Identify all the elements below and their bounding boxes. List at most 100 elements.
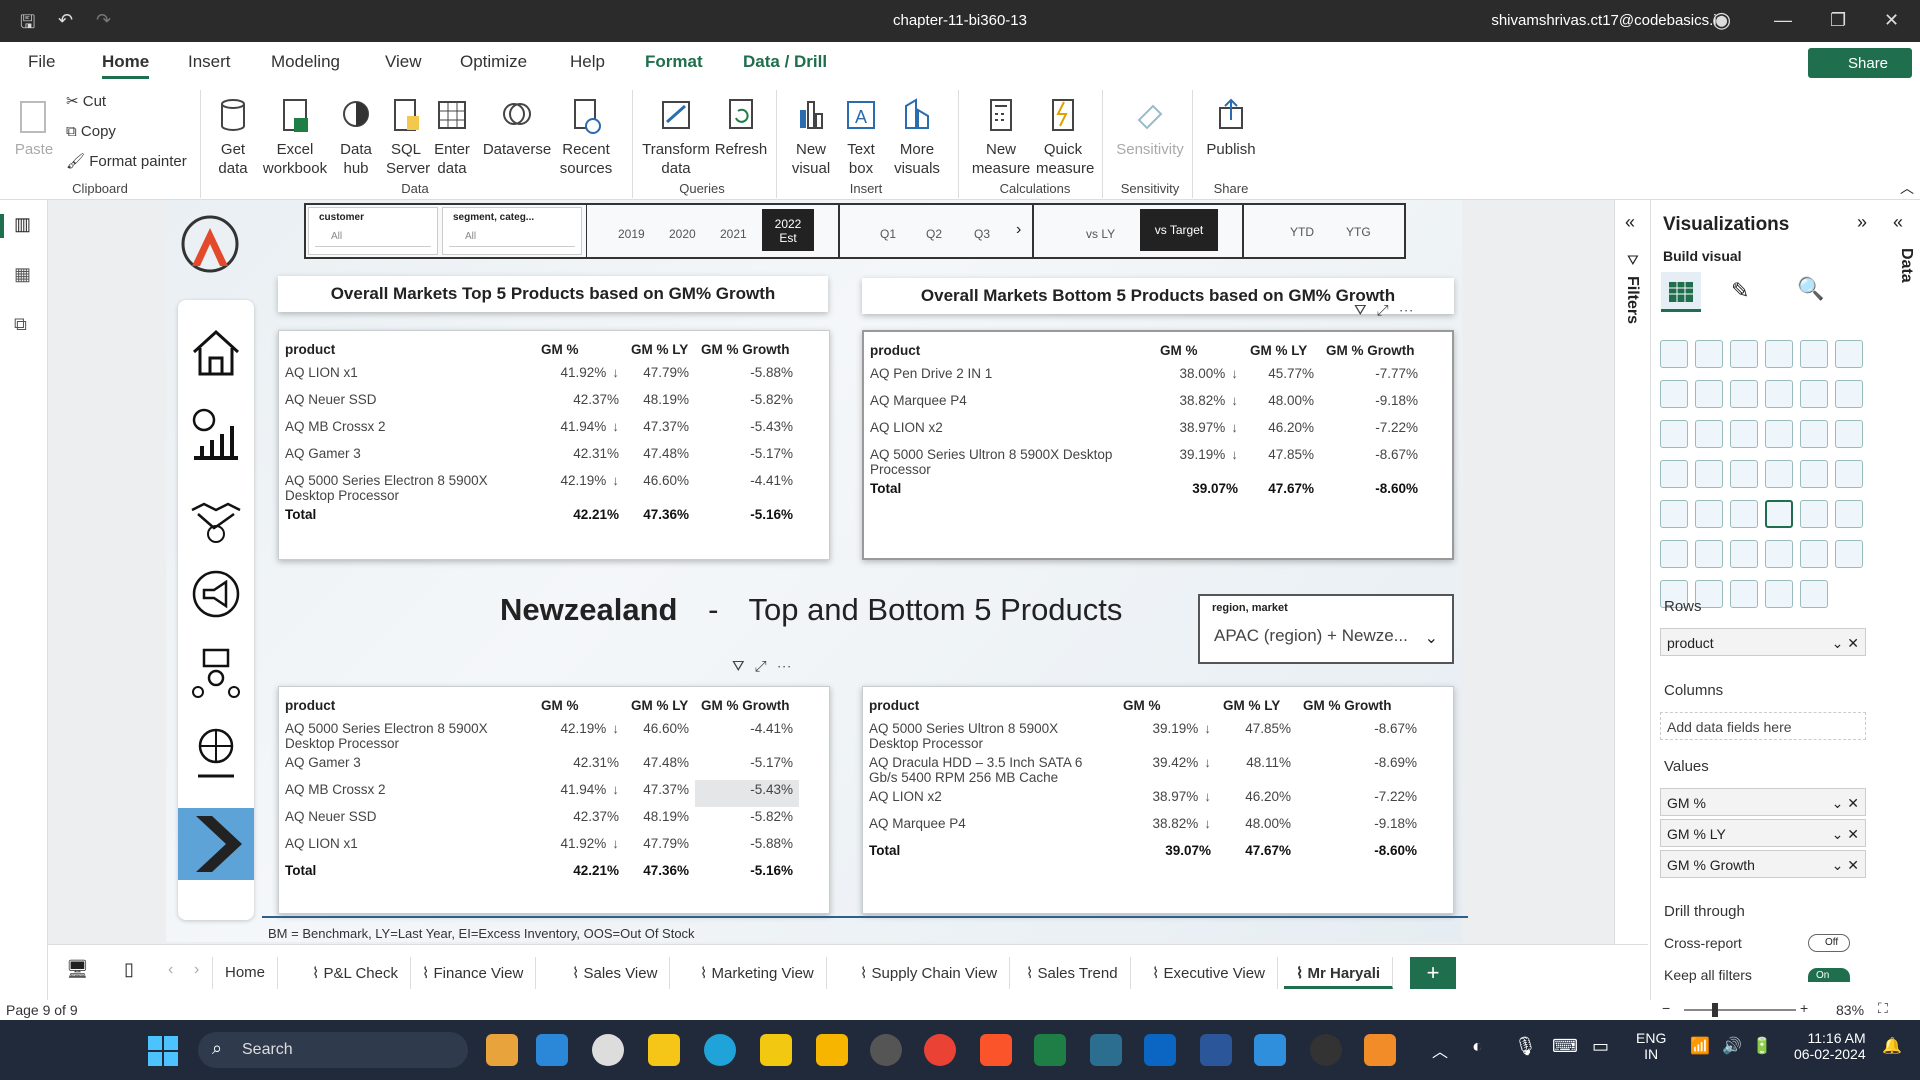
values-field-well[interactable]: GM % ⌄ ✕ (1660, 788, 1866, 816)
cross-report-toggle[interactable]: Off (1808, 934, 1850, 952)
table-row[interactable]: AQ 5000 Series Ultron 8 5900X Desktop Pr… (863, 719, 1423, 753)
column-header[interactable]: GM % LY (1244, 336, 1320, 364)
cut-button[interactable]: ✂ Cut (66, 92, 106, 111)
scroll-right-icon[interactable]: › (194, 961, 199, 979)
page-tab-home[interactable]: Home (212, 957, 279, 989)
account-icon[interactable]: ◉ (1712, 7, 1731, 33)
page-tab-marketing-view[interactable]: ⌇ Marketing View (688, 957, 827, 989)
more-options-icon[interactable]: ⋯ (1399, 302, 1424, 319)
vlc-app-icon[interactable] (1364, 1034, 1396, 1066)
handshake-icon[interactable] (188, 488, 244, 544)
page-tab-sales-trend[interactable]: ⌇ Sales Trend (1014, 957, 1131, 989)
custom-visual-icon[interactable] (1765, 580, 1793, 608)
analytics-icon[interactable]: 🔍 (1797, 276, 1824, 302)
volume-icon[interactable]: 🔊 (1722, 1036, 1742, 1056)
menu-data-drill[interactable]: Data / Drill (743, 52, 827, 72)
column-header[interactable]: GM % Growth (1320, 336, 1424, 364)
collapse-pane-icon[interactable]: » (1857, 212, 1867, 233)
remove-field-icon[interactable]: ⌄ ✕ (1832, 857, 1859, 874)
page-tab-executive-view[interactable]: ⌇ Executive View (1140, 957, 1278, 989)
publish-button[interactable]: Publish (1202, 96, 1260, 159)
waterfall-icon[interactable] (1660, 420, 1688, 448)
clock[interactable]: 11:16 AM 06-02-2024 (1794, 1030, 1866, 1062)
filter-icon[interactable]: ⛛ (732, 658, 755, 675)
more-options-icon[interactable]: ⋯ (777, 658, 802, 675)
home-icon[interactable] (188, 324, 244, 380)
file-explorer-icon[interactable] (648, 1034, 680, 1066)
finance-growth-icon[interactable] (188, 406, 244, 462)
language-indicator[interactable]: ENG IN (1636, 1030, 1666, 1062)
stacked-area-icon[interactable] (1730, 380, 1758, 408)
page-tab-pl-check[interactable]: ⌇ P&L Check (300, 957, 411, 989)
column-header[interactable]: GM % LY (1217, 691, 1297, 719)
matrix-icon[interactable] (1765, 500, 1793, 528)
zoom-out-icon[interactable]: − (1662, 1000, 1670, 1016)
values-field-well[interactable]: GM % LY ⌄ ✕ (1660, 819, 1866, 847)
scatter-icon[interactable] (1730, 420, 1758, 448)
settings-app-icon[interactable] (1310, 1034, 1342, 1066)
model-view-icon[interactable]: ⧉ (14, 314, 27, 335)
global-executive-icon[interactable] (188, 724, 244, 780)
ribbon-chart-icon[interactable] (1835, 380, 1863, 408)
display-icon[interactable]: ▭ (1592, 1036, 1609, 1057)
columns-field-well[interactable]: Add data fields here (1660, 712, 1866, 740)
menu-format[interactable]: Format (645, 52, 703, 72)
obs-app-icon[interactable] (870, 1034, 902, 1066)
qa-icon[interactable] (1730, 540, 1758, 568)
notification-bell-icon[interactable]: 🔔 (1882, 1036, 1902, 1056)
100-bar-icon[interactable] (1800, 340, 1828, 368)
paginated-report-icon[interactable] (1835, 540, 1863, 568)
menu-insert[interactable]: Insert (188, 52, 231, 72)
focus-mode-icon[interactable]: ⤢ (755, 658, 777, 675)
text-box-button[interactable]: A Text box (838, 96, 884, 178)
refresh-button[interactable]: Refresh (714, 96, 768, 159)
card-icon[interactable] (1800, 460, 1828, 488)
values-field-well[interactable]: GM % Growth ⌄ ✕ (1660, 850, 1866, 878)
donut-icon[interactable] (1800, 420, 1828, 448)
table-row[interactable]: AQ Gamer 3 42.31% 47.48% -5.17% (279, 753, 799, 780)
add-page-button[interactable]: + (1410, 957, 1456, 989)
dataverse-button[interactable]: Dataverse (482, 96, 552, 159)
table-row[interactable]: AQ Gamer 3 42.31% 47.48% -5.17% (279, 444, 799, 471)
battery-icon[interactable]: 🔋 (1752, 1036, 1772, 1056)
remove-field-icon[interactable]: ⌄ ✕ (1832, 635, 1859, 652)
line-column-icon[interactable] (1765, 380, 1793, 408)
tray-app-icon[interactable]: ◐ (1472, 1036, 1483, 1057)
clustered-bar-icon[interactable] (1730, 340, 1758, 368)
keyboard-icon[interactable]: ⌨ (1552, 1036, 1578, 1057)
menu-help[interactable]: Help (570, 52, 605, 72)
column-header[interactable]: GM % (535, 335, 625, 363)
clustered-column-icon[interactable] (1765, 340, 1793, 368)
bottom-overall-table-panel[interactable]: product GM % GM % LY GM % Growth AQ Pen … (862, 330, 1454, 560)
pie-icon[interactable] (1765, 420, 1793, 448)
column-header[interactable]: GM % (1154, 336, 1244, 364)
table-row[interactable]: AQ Marquee P4 38.82% ↓ 48.00% -9.18% (864, 391, 1424, 418)
page-tab-sales-view[interactable]: ⌇ Sales View (560, 957, 671, 989)
format-visual-icon[interactable]: ✎ (1731, 278, 1749, 304)
table-row[interactable]: AQ LION x1 41.92% ↓ 47.79% -5.88% (279, 834, 799, 861)
get-data-button[interactable]: Get data (208, 96, 258, 178)
chevron-right-icon[interactable]: › (1016, 221, 1021, 239)
power-bi-app-icon[interactable] (760, 1034, 792, 1066)
menu-file[interactable]: File (28, 52, 55, 72)
table-row[interactable]: AQ LION x2 38.97% ↓ 46.20% -7.22% (864, 418, 1424, 445)
filled-map-icon[interactable] (1695, 460, 1723, 488)
mobile-layout-icon[interactable]: ▯ (124, 959, 134, 980)
table-row[interactable]: AQ MB Crossx 2 41.94% ↓ 47.37% -5.43% (279, 417, 799, 444)
table-row[interactable]: AQ 5000 Series Ultron 8 5900X Desktop Pr… (864, 445, 1424, 479)
map-icon[interactable] (1660, 460, 1688, 488)
page-tab-mr-haryali[interactable]: ⌇ Mr Haryali (1284, 957, 1394, 989)
build-visual-tab[interactable] (1661, 272, 1701, 312)
vs-ly-toggle[interactable]: vs LY (1086, 227, 1115, 241)
zoom-in-icon[interactable]: + (1800, 1000, 1808, 1016)
microphone-icon[interactable]: 🎙 (1514, 1036, 1537, 1057)
year-2021[interactable]: 2021 (720, 227, 747, 241)
desktop-layout-icon[interactable]: 🖥 (66, 959, 89, 980)
recent-sources-button[interactable]: Recent sources (556, 96, 616, 178)
notepad-app-icon[interactable] (536, 1034, 568, 1066)
windows-start-icon[interactable] (148, 1036, 178, 1066)
wifi-icon[interactable]: 📶 (1690, 1036, 1710, 1056)
customer-slicer[interactable]: customer All (308, 207, 438, 255)
quarter-q2[interactable]: Q2 (926, 227, 942, 241)
word-app-icon[interactable] (1200, 1034, 1232, 1066)
